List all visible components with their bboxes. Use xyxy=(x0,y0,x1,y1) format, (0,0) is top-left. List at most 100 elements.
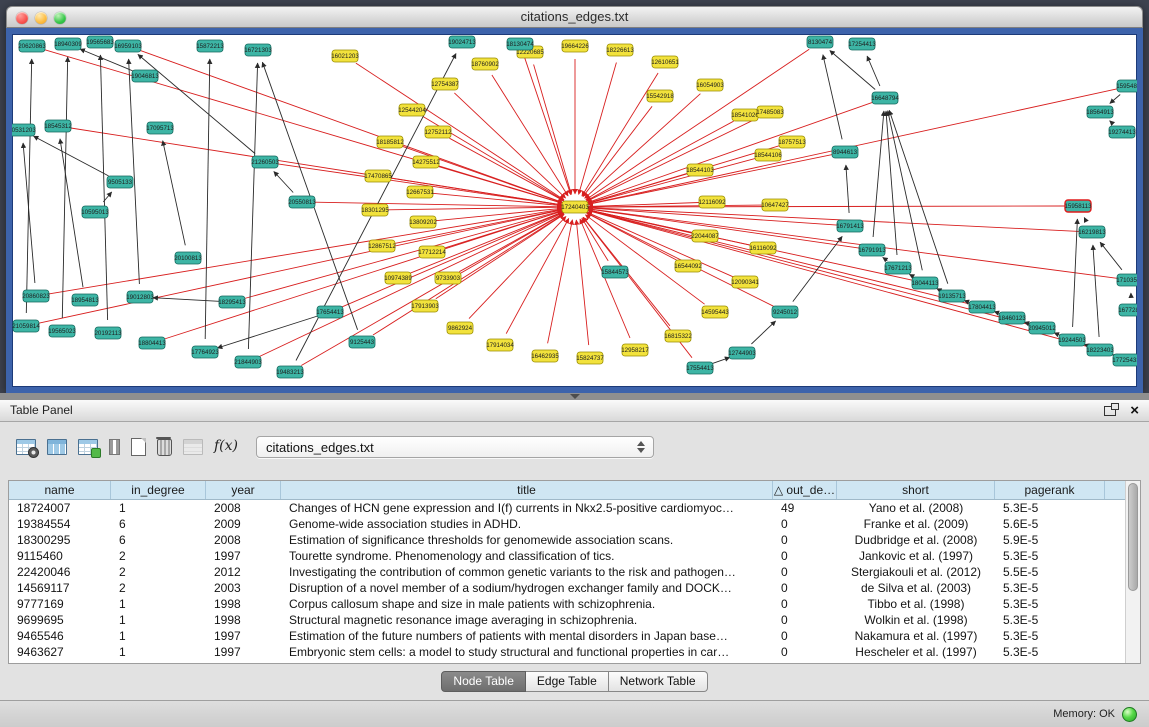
graph-node[interactable]: 18757513 xyxy=(778,136,806,148)
column-width-icon[interactable] xyxy=(109,439,120,455)
graph-edge[interactable] xyxy=(588,209,859,248)
graph-node[interactable]: 19012803 xyxy=(126,291,154,303)
table-row[interactable]: 1456911722003Disruption of a novel membe… xyxy=(9,580,1140,596)
column-header-out_de[interactable]: △ out_de… xyxy=(773,481,837,499)
graph-edge[interactable] xyxy=(582,73,658,196)
graph-node[interactable]: 17725433 xyxy=(1112,354,1137,366)
graph-node[interactable]: 16772803 xyxy=(1118,304,1137,316)
graph-node[interactable]: 17095713 xyxy=(146,122,174,134)
graph-node[interactable]: 17914034 xyxy=(486,339,514,351)
graph-edge[interactable] xyxy=(846,165,849,213)
function-builder-icon[interactable]: f(x) xyxy=(214,438,238,456)
graph-node[interactable]: 9125443 xyxy=(349,336,375,348)
graph-edge[interactable] xyxy=(436,208,562,220)
graph-node[interactable]: 17470865 xyxy=(364,170,392,182)
graph-node[interactable]: 20945012 xyxy=(1028,322,1056,334)
graph-edge[interactable] xyxy=(830,51,875,90)
tab-edge-table[interactable]: Edge Table xyxy=(526,671,609,692)
graph-edge[interactable] xyxy=(342,212,563,307)
graph-node[interactable]: 9862924 xyxy=(447,322,473,334)
graph-edge[interactable] xyxy=(129,59,140,284)
graph-edge[interactable] xyxy=(548,220,573,344)
show-columns-icon[interactable] xyxy=(47,439,67,455)
graph-edge[interactable] xyxy=(585,94,701,199)
graph-node[interactable]: 15872213 xyxy=(196,40,224,52)
graph-node[interactable]: 12752112 xyxy=(424,126,452,138)
graph-edge[interactable] xyxy=(34,136,109,176)
graph-node[interactable]: 12090341 xyxy=(731,276,759,288)
column-header-name[interactable]: name xyxy=(9,481,111,499)
graph-node[interactable]: 17913903 xyxy=(411,300,439,312)
graph-edge[interactable] xyxy=(1110,121,1113,124)
graph-node[interactable]: 19046813 xyxy=(131,70,159,82)
graph-node[interactable]: 16544092 xyxy=(674,260,702,272)
graph-edge[interactable] xyxy=(889,110,948,283)
graph-node[interactable]: 16815322 xyxy=(664,330,692,342)
graph-node[interactable]: 22044087 xyxy=(691,230,719,242)
graph-node[interactable]: 12610651 xyxy=(651,56,679,68)
table-mode-icon[interactable] xyxy=(16,439,36,455)
graph-node[interactable]: 19244503 xyxy=(1058,334,1086,346)
graph-node[interactable]: 19565683 xyxy=(86,36,114,48)
graph-edge[interactable] xyxy=(62,57,67,318)
graph-node[interactable]: 20192113 xyxy=(94,327,122,339)
graph-node[interactable]: 18564913 xyxy=(1086,106,1114,118)
graph-node[interactable]: 12116092 xyxy=(698,196,726,208)
graph-node[interactable]: 18544103 xyxy=(686,164,714,176)
graph-edge[interactable] xyxy=(793,236,842,301)
graph-edge[interactable] xyxy=(937,289,941,291)
graph-edge[interactable] xyxy=(580,219,630,338)
graph-node[interactable]: 13809202 xyxy=(409,216,437,228)
graph-edge[interactable] xyxy=(100,55,107,320)
graph-node[interactable]: 14275512 xyxy=(412,156,440,168)
graph-edge[interactable] xyxy=(585,215,704,304)
graph-edge[interactable] xyxy=(1084,217,1086,220)
scrollbar-thumb[interactable] xyxy=(1128,483,1138,591)
graph-edge[interactable] xyxy=(886,111,897,255)
graph-node[interactable]: 10974389 xyxy=(384,272,412,284)
graph-node[interactable]: 18226613 xyxy=(606,44,634,56)
float-panel-icon[interactable] xyxy=(1104,406,1116,416)
table-row[interactable]: 1938455462009Genome-wide association stu… xyxy=(9,516,1140,532)
graph-edge[interactable] xyxy=(71,128,562,205)
table-row[interactable]: 946362711997Embryonic stem cells: a mode… xyxy=(9,644,1140,660)
graph-edge[interactable] xyxy=(315,202,562,207)
graph-node[interactable]: 12544204 xyxy=(398,104,426,116)
panel-splitter[interactable] xyxy=(0,393,1149,400)
graph-node[interactable]: 12744903 xyxy=(728,347,756,359)
graph-node[interactable]: 9505133 xyxy=(107,176,133,188)
graph-edge[interactable] xyxy=(576,220,588,345)
graph-node[interactable]: 12754387 xyxy=(431,78,459,90)
graph-node[interactable]: 18544106 xyxy=(754,149,782,161)
graph-node[interactable]: 12867512 xyxy=(368,240,396,252)
graph-edge[interactable] xyxy=(245,211,563,299)
tab-node-table[interactable]: Node Table xyxy=(441,671,526,692)
graph-node[interactable]: 15542918 xyxy=(646,90,674,102)
graph-edge[interactable] xyxy=(1054,333,1060,335)
graph-node[interactable]: 15824737 xyxy=(576,352,604,364)
graph-node[interactable]: 20100813 xyxy=(174,252,202,264)
graph-edge[interactable] xyxy=(217,316,317,348)
table-row[interactable]: 969969511998Structural magnetic resonanc… xyxy=(9,612,1140,628)
graph-node[interactable]: 19483213 xyxy=(276,366,304,378)
graph-edge[interactable] xyxy=(588,158,756,203)
graph-edge[interactable] xyxy=(140,50,563,202)
graph-edge[interactable] xyxy=(534,65,572,195)
column-header-in_degree[interactable]: in_degree xyxy=(111,481,206,499)
graph-edge[interactable] xyxy=(388,207,562,210)
graph-node[interactable]: 21059814 xyxy=(12,320,40,332)
graph-node[interactable]: 18301295 xyxy=(361,204,389,216)
graph-node[interactable]: 18940309 xyxy=(54,38,82,50)
graph-node[interactable]: 16021203 xyxy=(331,50,359,62)
network-graph-canvas[interactable]: 1724040310647427185441061854102616054903… xyxy=(12,34,1137,387)
zoom-window-button[interactable] xyxy=(54,12,66,24)
graph-node[interactable]: 15954813 xyxy=(1116,80,1137,92)
graph-node[interactable]: 20550813 xyxy=(288,196,316,208)
graph-node[interactable]: 16462935 xyxy=(531,350,559,362)
column-header-title[interactable]: title xyxy=(281,481,773,499)
graph-edge[interactable] xyxy=(248,63,257,349)
column-header-pagerank[interactable]: pagerank xyxy=(995,481,1105,499)
table-select-dropdown[interactable]: citations_edges.txt xyxy=(256,436,654,458)
graph-node[interactable]: 18295413 xyxy=(218,296,246,308)
graph-node[interactable]: 17654413 xyxy=(316,306,344,318)
